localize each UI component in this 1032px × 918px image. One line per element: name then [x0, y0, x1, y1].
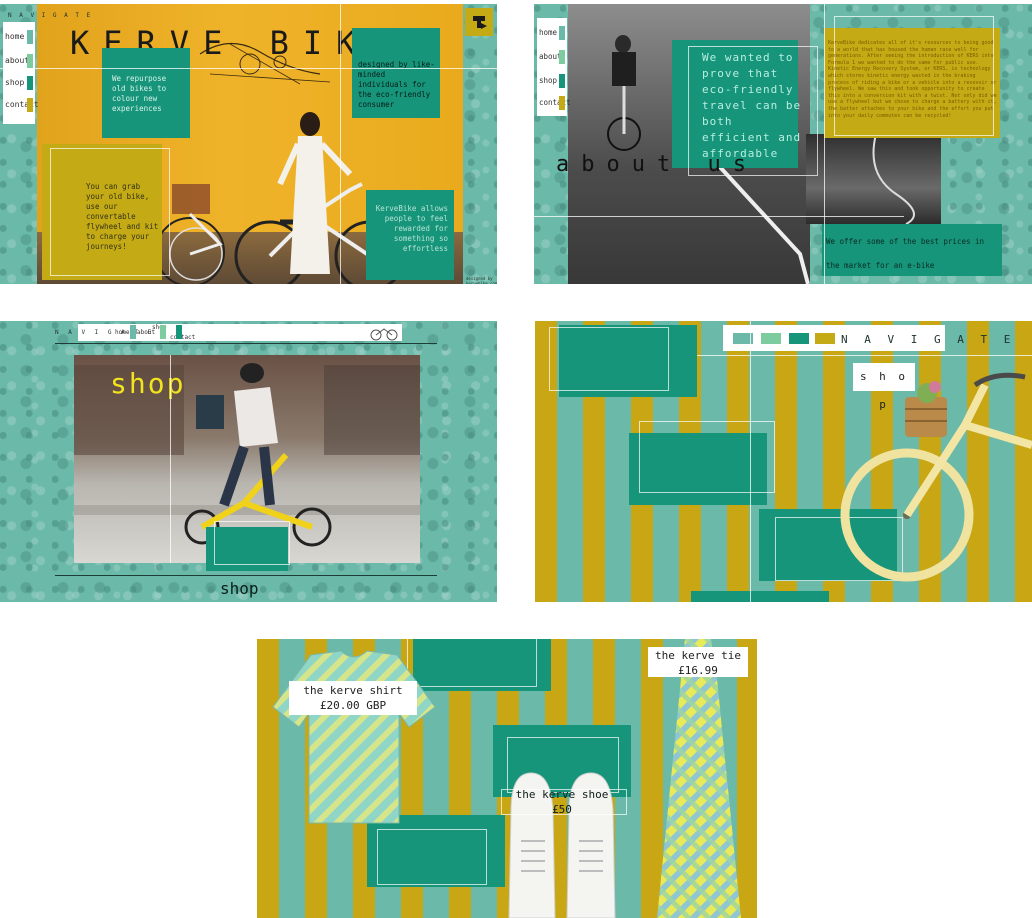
top-nav-bar: N A V I G A T E	[723, 325, 1010, 351]
green-block	[629, 433, 767, 505]
side-nav: home about shop contact	[537, 18, 571, 116]
nav-swatch-green	[27, 76, 33, 90]
slide-shop-intro: N A V I G A T E home about shop contact …	[0, 321, 497, 602]
grid-line	[750, 321, 751, 602]
shoe-price: £50	[552, 803, 572, 816]
nav-swatch-teal	[27, 30, 33, 44]
grid-line	[681, 355, 1032, 356]
repurpose-text: We repurpose old bikes to colour new exp…	[112, 74, 167, 113]
slide-about: home about shop contact We wanted to pro…	[534, 4, 1032, 284]
slide-shop-landing: N A V I G A T E s h o p	[535, 321, 1032, 602]
grab-text: You can grab your old bike, use our conv…	[86, 182, 159, 251]
bike-sketch-icon	[370, 328, 398, 341]
side-nav: home about shop contact	[3, 22, 39, 124]
nav-swatch-mustard[interactable]	[815, 333, 835, 344]
kerve-logo	[465, 8, 493, 36]
credit-text: designed by kervebike.com	[466, 276, 497, 284]
nav-swatch-mint	[559, 50, 565, 64]
nav-swatch-green	[176, 325, 182, 339]
slide-shop-products: the kerve shirt £20.00 GBP the kerve tie…	[257, 639, 757, 918]
tie-name[interactable]: the kerve tie	[648, 648, 748, 663]
nav-home[interactable]: home	[539, 28, 557, 37]
shirt-name[interactable]: the kerve shirt	[289, 683, 417, 698]
nav-swatch-mustard	[559, 96, 565, 110]
grid-line	[340, 4, 341, 284]
nav-swatch-mustard	[27, 98, 33, 112]
nav-swatch-teal	[559, 26, 565, 40]
grid-line	[824, 4, 825, 284]
shoe-name[interactable]: the kerve shoe	[507, 787, 617, 802]
nav-shop[interactable]: shop	[5, 78, 24, 87]
cream-bicycle-with-basket-image	[840, 372, 1032, 582]
nav-swatch-mint[interactable]	[761, 333, 781, 344]
green-block	[691, 591, 829, 602]
shirt-price: £20.00 GBP	[319, 699, 387, 712]
shop-overlay-title: shop	[110, 367, 186, 400]
tie-price: £16.99	[678, 664, 718, 677]
nav-about[interactable]: about	[5, 56, 29, 65]
allows-text: KerveBike allows people to feel rewarded…	[375, 204, 448, 253]
nav-swatch-green[interactable]	[789, 333, 809, 344]
shoe-label: the kerve shoe £50	[507, 787, 617, 819]
tie-label: the kerve tie £16.99	[648, 647, 748, 677]
shirt-label: the kerve shirt £20.00 GBP	[289, 681, 417, 715]
nav-home[interactable]: home	[5, 32, 24, 41]
green-block	[559, 325, 697, 397]
nav-contact[interactable]: contact	[5, 100, 39, 109]
grid-line	[170, 355, 171, 563]
about-body-text: KerveBike dedicates all of it's resource…	[828, 40, 997, 119]
green-block	[206, 527, 288, 571]
nav-swatch-teal	[130, 325, 136, 339]
night-road-curve	[872, 134, 915, 224]
nav-swatch-green	[559, 74, 565, 88]
about-heading: We wanted to prove that eco-friendly tra…	[702, 51, 802, 160]
slide-home: N A V I G A T E home about shop contact …	[0, 4, 497, 284]
prices-text: We offer some of the best prices in the …	[826, 237, 985, 270]
nav-contact[interactable]: contact	[539, 98, 571, 107]
logo-icon	[473, 16, 487, 29]
rule-line	[55, 575, 437, 576]
navigate-label: N A V I G A T E	[841, 333, 1016, 346]
about-title: about us	[556, 152, 758, 177]
kerve-tie-image[interactable]	[651, 639, 747, 918]
nav-swatch-mint	[27, 54, 33, 68]
nav-swatch-mint	[160, 325, 166, 339]
shop-caption: shop	[220, 579, 259, 598]
kerve-shirt-image[interactable]	[271, 647, 437, 827]
navigate-label: N A V I G A T E	[8, 12, 93, 19]
rule-line	[55, 343, 437, 344]
nav-home[interactable]: home	[115, 329, 129, 336]
nav-shop[interactable]: shop	[539, 76, 557, 85]
grid-line	[0, 68, 497, 69]
nav-contact[interactable]: contact	[170, 334, 195, 341]
grid-line	[534, 216, 904, 217]
